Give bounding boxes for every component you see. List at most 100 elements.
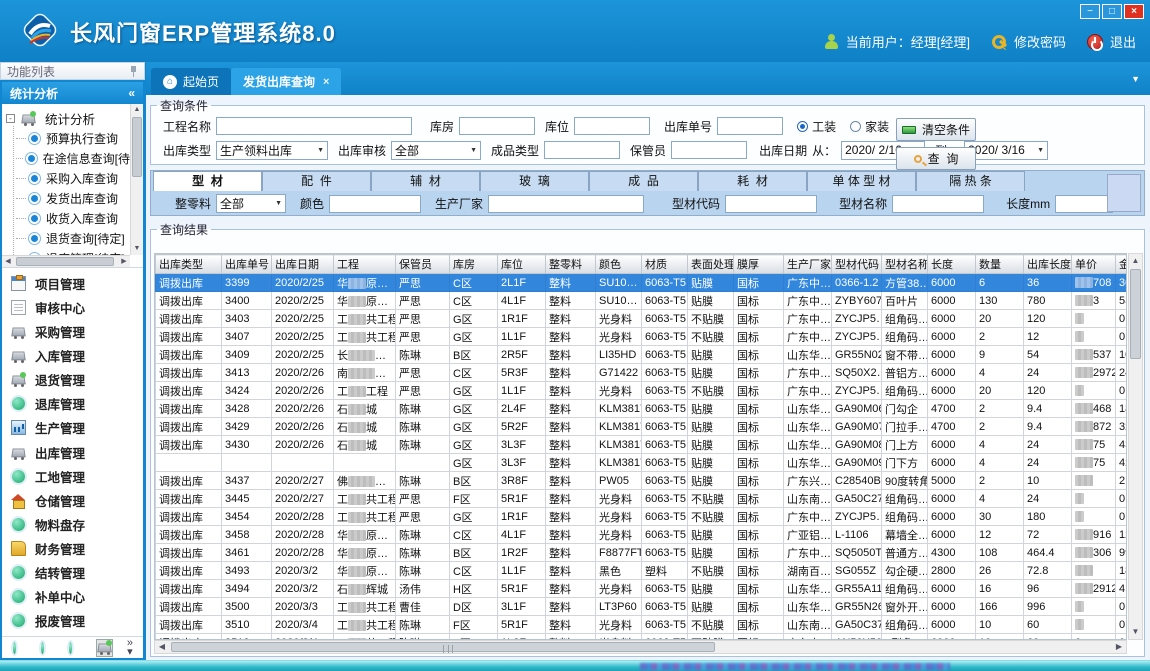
tree-item-2[interactable]: 在途信息查询[待: [2, 148, 130, 168]
profile-name-input[interactable]: [892, 195, 984, 213]
keeper-input[interactable]: [671, 141, 747, 159]
table-row-13[interactable]: 调拨出库34452020/2/27工共工程严思F区5R1F整料光身料6063-T…: [156, 490, 1128, 508]
sidebar-item-3[interactable]: 采购管理: [2, 320, 143, 342]
tree-item-4[interactable]: 发货出库查询: [2, 188, 130, 208]
toolbar-cart-button[interactable]: [96, 639, 113, 657]
scroll-thumb[interactable]: [1130, 269, 1141, 359]
table-row-14[interactable]: 调拨出库34542020/2/28工共工程严思G区1R1F整料光身料6063-T…: [156, 508, 1128, 526]
tree-item-3[interactable]: 采购入库查询: [2, 168, 130, 188]
radio-gongzhuang[interactable]: 工装: [797, 118, 836, 135]
table-row-8[interactable]: 调拨出库34282020/2/26石城陈琳G区2L4F整料KLM38176063…: [156, 400, 1128, 418]
toolbar-more-button[interactable]: »▾: [127, 639, 133, 657]
maximize-button[interactable]: □: [1102, 4, 1122, 19]
column-header-5[interactable]: 保管员: [396, 255, 450, 274]
order-no-input[interactable]: [717, 117, 783, 135]
product-type-input[interactable]: [544, 141, 620, 159]
column-header-9[interactable]: 颜色: [596, 255, 642, 274]
clear-conditions-button[interactable]: 清空条件: [896, 118, 976, 141]
tree-expander-icon[interactable]: -: [6, 114, 15, 123]
section-header[interactable]: 统计分析 «: [2, 82, 143, 104]
length-input[interactable]: [1055, 195, 1113, 213]
collapse-icon[interactable]: «: [128, 86, 135, 100]
minimize-button[interactable]: −: [1080, 4, 1100, 19]
column-header-8[interactable]: 整零料: [546, 255, 596, 274]
sidebar-item-10[interactable]: 仓储管理: [2, 489, 143, 511]
column-header-1[interactable]: 出库类型: [156, 255, 222, 274]
column-header-15[interactable]: 型材名称: [882, 255, 928, 274]
table-row-11[interactable]: G区3L3F整料KLM38176063-T5贴膜国标山东华…GA90M09.门下…: [156, 454, 1128, 472]
scroll-left-icon[interactable]: ◀: [155, 641, 169, 653]
table-row-5[interactable]: 调拨出库34092020/2/25长…陈琳B区2R5F整料LI35HD6063-…: [156, 346, 1128, 364]
tree-item-6[interactable]: 退货查询[待定]: [2, 228, 130, 248]
column-header-2[interactable]: 出库单号: [222, 255, 272, 274]
column-header-14[interactable]: 型材代码: [832, 255, 882, 274]
table-row-19[interactable]: 调拨出库35002020/3/3工共工程曹佳D区3L1F整料LT3P606063…: [156, 598, 1128, 616]
tree-root[interactable]: - 统计分析: [2, 108, 130, 128]
search-button[interactable]: 查 询: [896, 147, 976, 170]
table-row-12[interactable]: 调拨出库34372020/2/27佛…陈琳B区3R8F整料PW056063-T5…: [156, 472, 1128, 490]
column-header-11[interactable]: 表面处理: [688, 255, 734, 274]
table-row-3[interactable]: 调拨出库34032020/2/25工共工程严思G区1R1F整料光身料6063-T…: [156, 310, 1128, 328]
material-tab-4[interactable]: 玻 璃: [480, 171, 589, 191]
scroll-up-icon[interactable]: ▲: [131, 104, 143, 116]
tree-item-1[interactable]: 预算执行查询: [2, 128, 130, 148]
column-header-6[interactable]: 库房: [450, 255, 498, 274]
column-header-3[interactable]: 出库日期: [272, 255, 334, 274]
tab-close-icon[interactable]: ×: [323, 76, 329, 88]
sidebar-item-1[interactable]: 项目管理: [2, 272, 143, 294]
sidebar-item-14[interactable]: 补单中心: [2, 586, 143, 608]
scroll-up-icon[interactable]: ▲: [1129, 254, 1142, 268]
sidebar-item-2[interactable]: 审核中心: [2, 296, 143, 318]
scroll-down-icon[interactable]: ▼: [1129, 625, 1142, 639]
project-name-input[interactable]: [216, 117, 412, 135]
table-vertical-scrollbar[interactable]: ▲ ▼: [1128, 253, 1143, 640]
audit-select[interactable]: 全部: [391, 141, 481, 160]
material-tab-8[interactable]: 隔 热 条: [916, 171, 1025, 191]
sidebar-item-4[interactable]: 入库管理: [2, 345, 143, 367]
warehouse-input[interactable]: [459, 117, 535, 135]
table-row-2[interactable]: 调拨出库34002020/2/25华原…严思C区4L1F整料SU10…6063-…: [156, 292, 1128, 310]
scroll-left-icon[interactable]: ◀: [2, 256, 14, 268]
table-row-17[interactable]: 调拨出库34932020/3/2华原…陈琳C区1L1F整料黑色塑料不贴膜国标湖南…: [156, 562, 1128, 580]
radio-jiazhuang[interactable]: 家装: [850, 118, 889, 135]
tree-horizontal-scrollbar[interactable]: ◀ ▶: [2, 255, 130, 267]
column-header-19[interactable]: 单价: [1072, 255, 1116, 274]
scroll-right-icon[interactable]: ▶: [118, 256, 130, 268]
scroll-thumb[interactable]: [16, 257, 114, 266]
whole-part-select[interactable]: 全部: [216, 194, 286, 213]
sidebar-item-5[interactable]: 退货管理: [2, 369, 143, 391]
pin-icon[interactable]: [129, 66, 138, 77]
table-row-18[interactable]: 调拨出库34942020/3/2石辉城汤伟H区5R1F整料光身料6063-T5贴…: [156, 580, 1128, 598]
location-input[interactable]: [574, 117, 650, 135]
material-tab-3[interactable]: 辅 材: [371, 171, 480, 191]
date-to-picker[interactable]: 2020/ 3/16: [964, 141, 1048, 160]
scroll-thumb[interactable]: [171, 642, 715, 652]
sidebar-item-13[interactable]: 结转管理: [2, 562, 143, 584]
material-tab-7[interactable]: 单 体 型 材: [807, 171, 916, 191]
column-header-13[interactable]: 生产厂家: [784, 255, 832, 274]
sidebar-item-15[interactable]: 报废管理: [2, 610, 143, 632]
tab-start-page[interactable]: 起始页: [151, 68, 231, 95]
material-tab-1[interactable]: 型 材: [153, 171, 262, 191]
sidebar-item-9[interactable]: 工地管理: [2, 465, 143, 487]
toolbar-circle-icon[interactable]: [13, 642, 16, 654]
scroll-thumb[interactable]: [132, 117, 142, 177]
sidebar-item-8[interactable]: 出库管理: [2, 441, 143, 463]
profile-code-input[interactable]: [725, 195, 817, 213]
column-header-20[interactable]: 金: [1116, 255, 1128, 274]
tab-list-dropdown-icon[interactable]: ▼: [1131, 74, 1140, 84]
tab-shipment-outbound-query[interactable]: 发货出库查询 ×: [231, 68, 341, 95]
color-input[interactable]: [329, 195, 421, 213]
logout-button[interactable]: 退出: [1110, 32, 1136, 51]
sidebar-item-11[interactable]: 物料盘存: [2, 513, 143, 535]
material-tab-6[interactable]: 耗 材: [698, 171, 807, 191]
close-button[interactable]: ×: [1124, 4, 1144, 19]
sidebar-item-6[interactable]: 退库管理: [2, 393, 143, 415]
table-row-10[interactable]: 调拨出库34302020/2/26石城陈琳G区3L3F整料KLM38176063…: [156, 436, 1128, 454]
manufacturer-input[interactable]: [488, 195, 644, 213]
sidebar-item-7[interactable]: 生产管理: [2, 417, 143, 439]
table-row-1[interactable]: 调拨出库33992020/2/25华原…严思C区2L1F整料SU10…6063-…: [156, 274, 1128, 292]
outbound-type-select[interactable]: 生产领料出库: [216, 141, 328, 160]
column-header-4[interactable]: 工程: [334, 255, 396, 274]
table-row-15[interactable]: 调拨出库34582020/2/28华原…陈琳C区4L1F整料光身料6063-T5…: [156, 526, 1128, 544]
